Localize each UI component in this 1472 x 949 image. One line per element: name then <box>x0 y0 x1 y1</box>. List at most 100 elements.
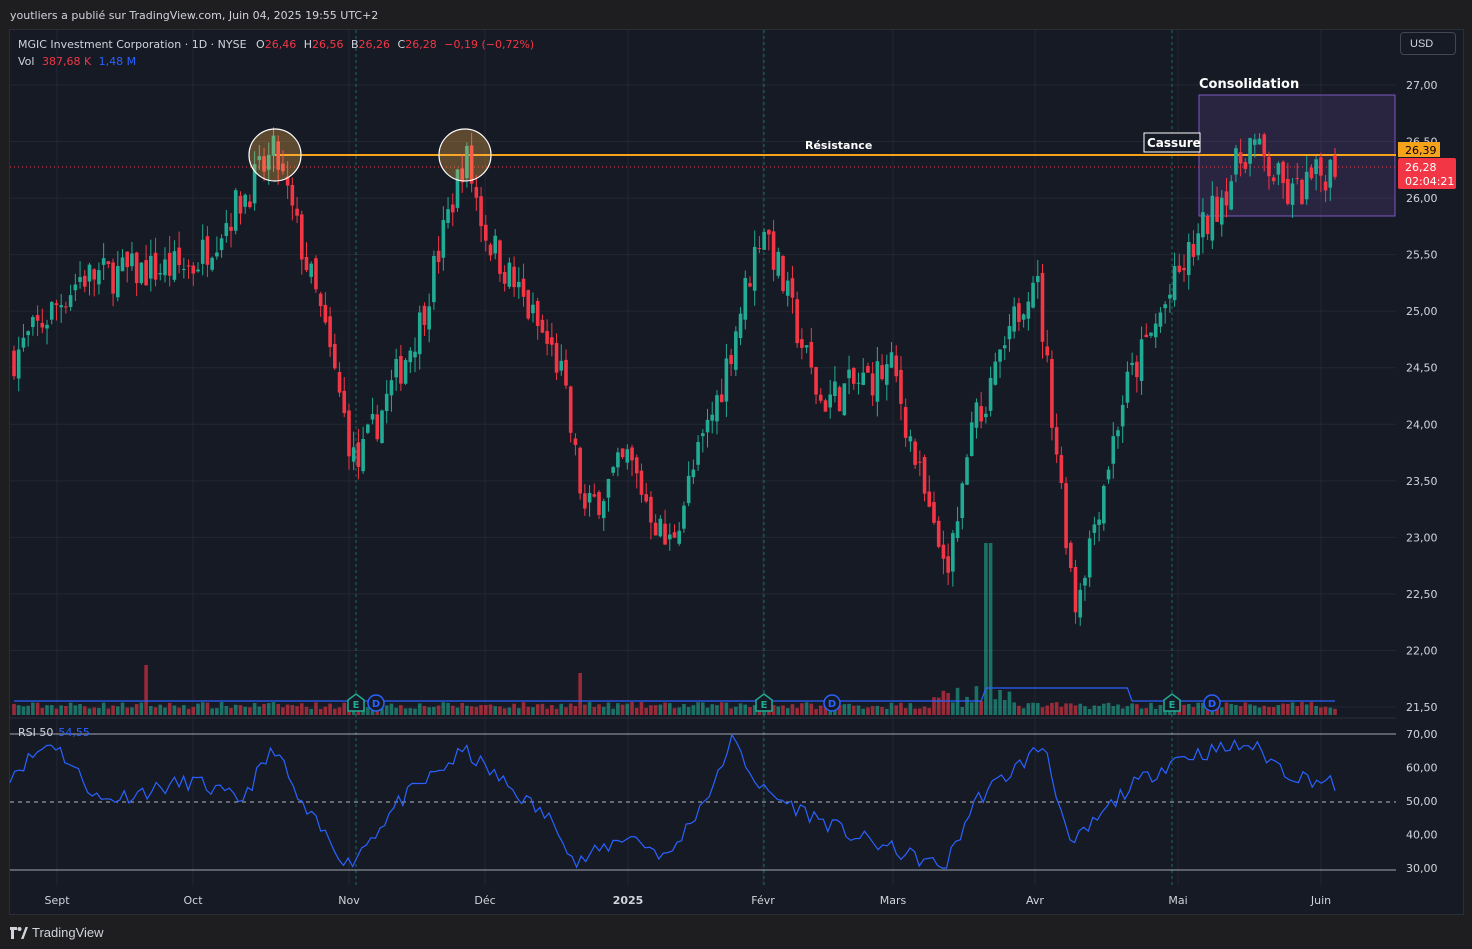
volume-bar <box>866 707 870 715</box>
volume-bar <box>507 707 512 715</box>
volume-bar <box>1224 702 1229 715</box>
candle <box>1168 294 1172 299</box>
tradingview-logo[interactable]: TradingView <box>10 925 104 940</box>
candle <box>323 304 328 323</box>
volume-bar <box>229 707 233 715</box>
candle <box>446 209 450 223</box>
candle <box>493 235 498 254</box>
candle <box>625 449 630 463</box>
candle <box>394 358 398 378</box>
candle <box>1012 306 1016 332</box>
candle <box>92 269 97 280</box>
volume-bar <box>960 706 965 715</box>
candle <box>436 250 441 263</box>
volume-bar <box>936 697 941 715</box>
volume-bar <box>1243 702 1248 715</box>
candle <box>870 373 875 396</box>
volume-bar <box>285 704 290 715</box>
candle <box>842 383 847 416</box>
candle <box>568 386 573 433</box>
rsi-tick-label: 70,00 <box>1406 728 1438 741</box>
volume-bar <box>417 703 422 715</box>
volume-bar <box>856 705 861 715</box>
volume-bar <box>658 704 663 715</box>
candle <box>54 303 59 306</box>
candle <box>1177 265 1182 272</box>
volume-bar <box>691 705 696 715</box>
volume-bar <box>583 704 587 715</box>
candle <box>908 436 913 442</box>
candle <box>200 239 205 264</box>
volume-bar <box>677 707 682 715</box>
volume-bar <box>1257 707 1262 715</box>
candle <box>1257 138 1262 145</box>
symbol-name[interactable]: MGIC Investment Corporation · 1D · NYSE <box>18 38 247 51</box>
candle <box>545 331 549 344</box>
volume-bar <box>1314 705 1318 715</box>
candle <box>800 339 804 348</box>
volume-bar <box>167 702 172 715</box>
candle <box>1182 267 1186 271</box>
volume-bar <box>1035 703 1040 715</box>
volume-bar <box>1286 703 1290 715</box>
candle <box>342 390 347 414</box>
volume-bar <box>59 705 63 715</box>
candle <box>757 248 762 250</box>
candle <box>31 317 35 328</box>
candle <box>729 355 733 365</box>
currency-button[interactable]: USD <box>1400 32 1456 55</box>
volume-bar <box>1144 708 1149 715</box>
candle <box>1309 167 1314 179</box>
candle <box>1002 345 1007 349</box>
candle <box>1210 195 1215 241</box>
candle <box>1106 469 1111 480</box>
candle <box>40 322 45 328</box>
candle <box>1017 303 1021 322</box>
volume-bar <box>1135 704 1139 715</box>
volume-bar <box>144 665 148 715</box>
chart-canvas[interactable]: Consolidation Résistance Cassure EDEDED … <box>0 0 1472 949</box>
volume-bar <box>1012 702 1016 715</box>
volume-bar <box>1040 707 1045 715</box>
volume-bar <box>1050 702 1054 715</box>
volume-bar <box>427 707 431 715</box>
volume-bar <box>215 708 219 715</box>
volume-bar <box>1083 706 1087 715</box>
candle <box>715 395 719 422</box>
candle <box>248 201 252 208</box>
candle <box>1139 339 1144 381</box>
volume-bar <box>554 708 559 715</box>
candle <box>932 502 936 523</box>
volume-bar <box>68 702 73 715</box>
candle <box>748 283 752 287</box>
candle <box>1333 155 1337 177</box>
volume-bar <box>814 708 818 715</box>
volume-bar <box>1295 706 1300 715</box>
candle <box>361 438 365 472</box>
candle <box>899 369 903 404</box>
candle <box>370 414 375 420</box>
volume-bar <box>205 702 210 715</box>
volume-bar <box>1021 708 1026 715</box>
volume-bar <box>436 705 441 715</box>
candle <box>894 355 899 377</box>
candle <box>531 304 535 314</box>
volume-bar <box>413 708 417 715</box>
volume-bar <box>106 708 111 715</box>
volume-bar <box>587 702 592 715</box>
volume-bar <box>663 702 667 715</box>
candle <box>616 452 620 468</box>
candle <box>1087 538 1092 578</box>
candle <box>1314 159 1318 175</box>
rsi-line <box>9 733 1336 869</box>
candle <box>1290 183 1295 205</box>
svg-text:E: E <box>761 700 768 711</box>
candle <box>517 281 521 288</box>
volume-bar <box>460 703 464 715</box>
volume-bar <box>1125 706 1130 715</box>
candle <box>1267 156 1271 177</box>
candle <box>1262 134 1267 157</box>
candle <box>998 349 1002 362</box>
resistance-price-text: 26,39 <box>1405 144 1437 157</box>
candle <box>918 461 922 463</box>
